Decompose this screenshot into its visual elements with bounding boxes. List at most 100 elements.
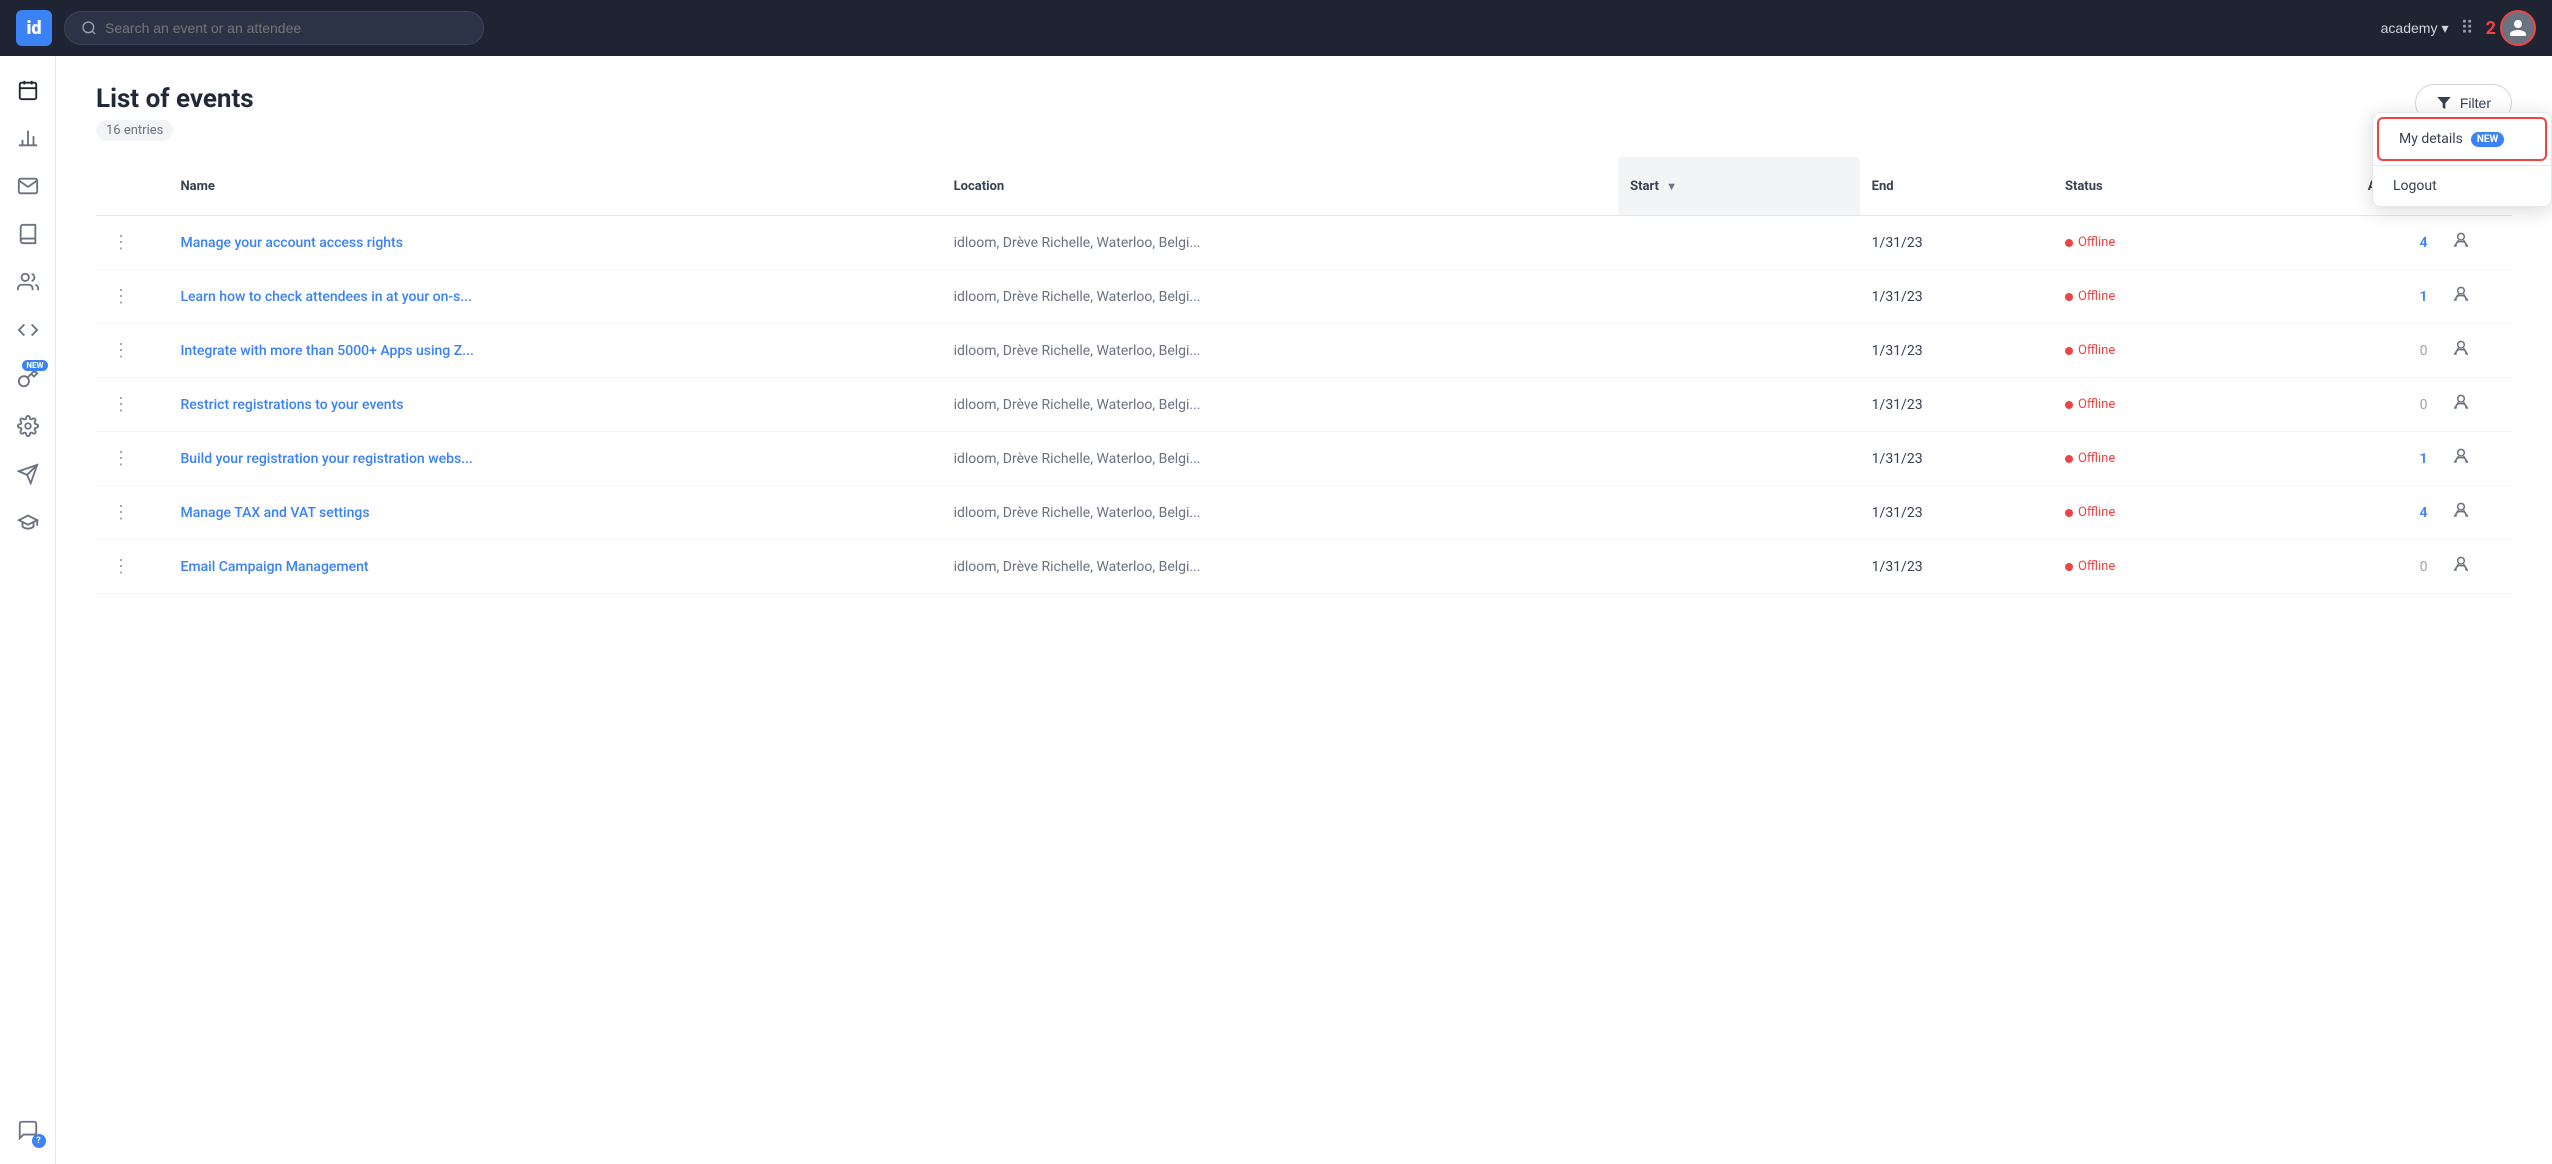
- academy-button[interactable]: academy ▾: [2381, 20, 2449, 37]
- my-details-highlight: My details NEW: [2377, 117, 2547, 161]
- col-header-name: Name: [168, 157, 941, 216]
- event-name-link[interactable]: Manage TAX and VAT settings: [180, 505, 369, 521]
- send-icon: [17, 463, 39, 485]
- event-name-link[interactable]: Restrict registrations to your events: [180, 397, 403, 413]
- more-details-icon[interactable]: [2451, 504, 2471, 525]
- code-icon: [17, 319, 39, 341]
- filter-label: Filter: [2460, 95, 2491, 111]
- new-badge: NEW: [2471, 132, 2504, 147]
- status-badge: Offline: [2065, 397, 2115, 412]
- more-details-icon[interactable]: [2451, 450, 2471, 471]
- status-badge: Offline: [2065, 235, 2115, 250]
- event-location: idloom, Drève Richelle, Waterloo, Belgi.…: [954, 397, 1201, 413]
- badge-icon: [2451, 446, 2471, 466]
- status-dot: [2065, 401, 2073, 409]
- academy-label: academy: [2381, 20, 2438, 36]
- event-location: idloom, Drève Richelle, Waterloo, Belgi.…: [954, 289, 1201, 305]
- sidebar-item-settings[interactable]: [6, 404, 50, 448]
- sidebar-item-code[interactable]: [6, 308, 50, 352]
- more-details-icon[interactable]: [2451, 558, 2471, 579]
- search-bar[interactable]: [64, 11, 484, 45]
- search-container: [64, 11, 484, 45]
- table-body: ⋮ Manage your account access rights idlo…: [96, 216, 2512, 594]
- avatar-button[interactable]: [2500, 10, 2536, 46]
- attendee-count: 4: [2419, 235, 2427, 251]
- filter-icon: [2436, 95, 2452, 111]
- mail-icon: [17, 175, 39, 197]
- badge-icon: [2451, 500, 2471, 520]
- row-menu-icon[interactable]: ⋮: [108, 448, 134, 469]
- sidebar-item-analytics[interactable]: [6, 116, 50, 160]
- events-table: Name Location Start ▼ End Status Attende…: [96, 157, 2512, 594]
- main-layout: NEW ? List of events: [0, 56, 2552, 1164]
- event-end: 1/31/23: [1860, 540, 2053, 594]
- table-row: ⋮ Learn how to check attendees in at you…: [96, 270, 2512, 324]
- sidebar-item-mail2[interactable]: [6, 452, 50, 496]
- badge-icon: [2451, 338, 2471, 358]
- status-dot: [2065, 509, 2073, 517]
- event-location: idloom, Drève Richelle, Waterloo, Belgi.…: [954, 451, 1201, 467]
- event-start: [1618, 540, 1860, 594]
- sidebar-item-users[interactable]: [6, 260, 50, 304]
- content-header: List of events 16 entries Filter: [56, 56, 2552, 157]
- event-location: idloom, Drève Richelle, Waterloo, Belgi.…: [954, 505, 1201, 521]
- row-menu-icon[interactable]: ⋮: [108, 286, 134, 307]
- more-details-icon[interactable]: [2451, 396, 2471, 417]
- chart-bar-icon: [17, 127, 39, 149]
- event-start: [1618, 378, 1860, 432]
- row-menu-icon[interactable]: ⋮: [108, 502, 134, 523]
- row-menu-icon[interactable]: ⋮: [108, 394, 134, 415]
- more-details-icon[interactable]: [2451, 342, 2471, 363]
- sort-arrow: ▼: [1666, 180, 1677, 193]
- status-dot: [2065, 293, 2073, 301]
- sidebar-item-mail[interactable]: [6, 164, 50, 208]
- more-details-icon[interactable]: [2451, 288, 2471, 309]
- event-name-link[interactable]: Email Campaign Management: [180, 559, 368, 575]
- event-end: 1/31/23: [1860, 324, 2053, 378]
- event-start: [1618, 270, 1860, 324]
- chevron-down-icon: ▾: [2441, 20, 2448, 37]
- sidebar-item-book[interactable]: [6, 212, 50, 256]
- event-end: 1/31/23: [1860, 378, 2053, 432]
- row-menu-icon[interactable]: ⋮: [108, 232, 134, 253]
- table-row: ⋮ Build your registration your registrat…: [96, 432, 2512, 486]
- navbar-right: academy ▾ ⠿ 2: [2381, 10, 2536, 46]
- logout-label: Logout: [2393, 178, 2437, 194]
- status-badge: Offline: [2065, 289, 2115, 304]
- logout-item[interactable]: Logout: [2373, 166, 2551, 206]
- row-menu-icon[interactable]: ⋮: [108, 340, 134, 361]
- event-end: 1/31/23: [1860, 216, 2053, 270]
- grid-icon[interactable]: ⠿: [2460, 18, 2473, 39]
- event-name-link[interactable]: Learn how to check attendees in at your …: [180, 289, 472, 305]
- status-dot: [2065, 455, 2073, 463]
- sidebar-item-calendar[interactable]: [6, 68, 50, 112]
- row-menu-icon[interactable]: ⋮: [108, 556, 134, 577]
- more-details-icon[interactable]: [2451, 234, 2471, 255]
- page-title: List of events: [96, 84, 254, 114]
- event-end: 1/31/23: [1860, 486, 2053, 540]
- app-logo[interactable]: id: [16, 10, 52, 46]
- attendee-count: 0: [2420, 343, 2428, 359]
- table-row: ⋮ Restrict registrations to your events …: [96, 378, 2512, 432]
- event-name-link[interactable]: Build your registration your registratio…: [180, 451, 472, 467]
- sidebar-item-help[interactable]: ?: [6, 1108, 50, 1152]
- event-name-link[interactable]: Integrate with more than 5000+ Apps usin…: [180, 343, 473, 359]
- col-header-status: Status: [2053, 157, 2295, 216]
- search-input[interactable]: [105, 20, 467, 36]
- attendee-count: 1: [2419, 451, 2427, 467]
- event-location: idloom, Drève Richelle, Waterloo, Belgi.…: [954, 343, 1201, 359]
- col-header-start[interactable]: Start ▼: [1618, 157, 1860, 216]
- sidebar-item-graduation[interactable]: [6, 500, 50, 544]
- badge-icon: [2451, 554, 2471, 574]
- event-location: idloom, Drève Richelle, Waterloo, Belgi.…: [954, 235, 1201, 251]
- event-name-link[interactable]: Manage your account access rights: [180, 235, 402, 251]
- help-badge: ?: [32, 1134, 46, 1148]
- badge-icon: [2451, 284, 2471, 304]
- sidebar: NEW ?: [0, 56, 56, 1164]
- event-start: [1618, 324, 1860, 378]
- new-pill: NEW: [22, 360, 47, 371]
- my-details-item[interactable]: My details NEW: [2379, 119, 2545, 159]
- sidebar-item-key[interactable]: NEW: [6, 356, 50, 400]
- navbar: id academy ▾ ⠿ 2: [0, 0, 2552, 56]
- attendee-count: 4: [2419, 505, 2427, 521]
